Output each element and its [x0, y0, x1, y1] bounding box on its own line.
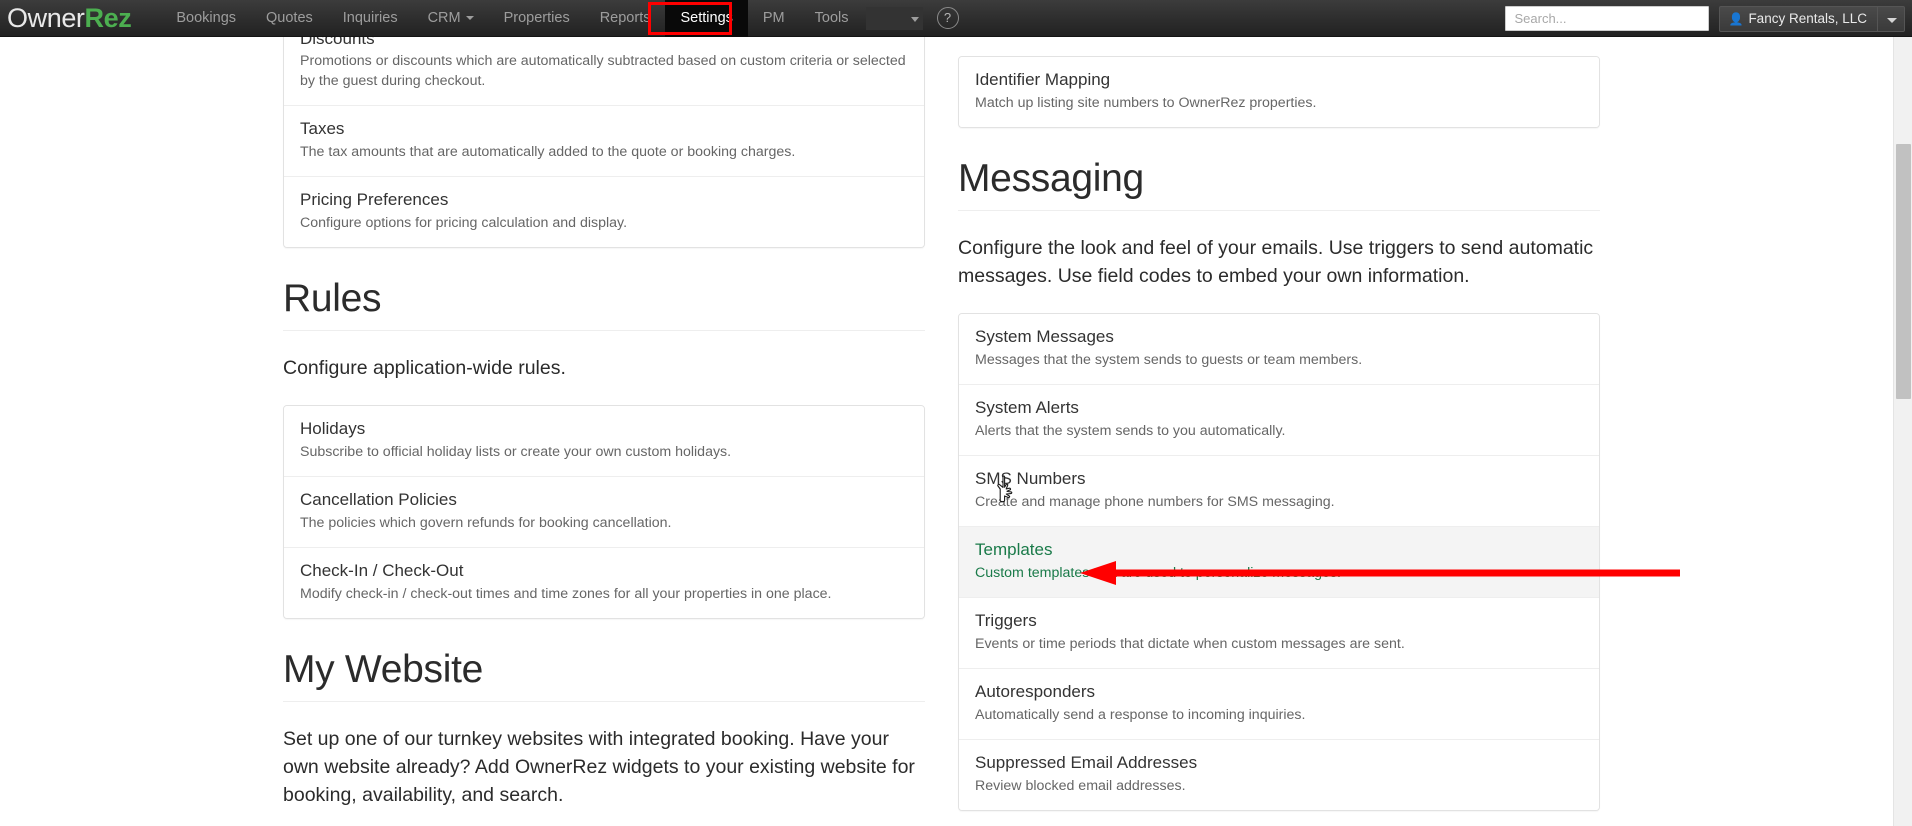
search-input[interactable]	[1505, 6, 1710, 31]
messaging-card: System Messages Messages that the system…	[958, 313, 1600, 812]
card-row-suppressed-email-addresses[interactable]: Suppressed Email Addresses Review blocke…	[959, 739, 1599, 811]
nav-item-pm[interactable]: PM	[748, 0, 800, 37]
navbar-right-group: 👤 Fancy Rentals, LLC	[1505, 0, 1905, 37]
account-button[interactable]: 👤 Fancy Rentals, LLC	[1719, 5, 1878, 32]
row-title: Pricing Preferences	[300, 189, 449, 209]
left-column: Discounts Promotions or discounts which …	[283, 37, 925, 826]
row-title: Check-In / Check-Out	[300, 560, 464, 580]
row-title: Cancellation Policies	[300, 489, 457, 509]
row-description: Messages that the system sends to guests…	[975, 352, 1363, 369]
scrollbar-thumb[interactable]	[1896, 144, 1911, 399]
nav-item-tools[interactable]: Tools	[800, 0, 864, 37]
card-row-autoresponders[interactable]: Autoresponders Automatically send a resp…	[959, 668, 1599, 740]
nav-item-settings[interactable]: Settings	[665, 0, 748, 37]
row-title: Identifier Mapping	[975, 70, 1111, 89]
messaging-section-description: Configure the look and feel of your emai…	[958, 236, 1594, 288]
messaging-section-heading: Messaging	[958, 157, 1600, 211]
nav-item-properties[interactable]: Properties	[489, 0, 585, 37]
row-description: The policies which govern refunds for bo…	[300, 515, 672, 531]
card-row-taxes[interactable]: Taxes The tax amounts that are automatic…	[284, 104, 924, 176]
nav-menu: Bookings Quotes Inquiries CRM Properties…	[161, 0, 959, 37]
card-row-identifier-mapping[interactable]: Identifier Mapping Match up listing site…	[959, 57, 1599, 127]
row-description: Alerts that the system sends to you auto…	[975, 423, 1286, 440]
nav-item-quotes[interactable]: Quotes	[251, 0, 328, 37]
user-icon: 👤	[1728, 11, 1744, 26]
help-icon[interactable]: ?	[936, 7, 959, 29]
account-button-group: 👤 Fancy Rentals, LLC	[1719, 5, 1905, 32]
chevron-down-icon	[465, 15, 474, 20]
row-title: System Messages	[975, 327, 1114, 347]
card-row-templates[interactable]: Templates Custom templates that are used…	[959, 526, 1599, 598]
row-description: Subscribe to official holiday lists or c…	[300, 444, 732, 461]
row-description: Custom templates that are used to person…	[975, 565, 1341, 582]
card-row-discounts[interactable]: Discounts Promotions or discounts which …	[284, 37, 924, 105]
row-description: Modify check-in / check-out times and ti…	[300, 585, 832, 602]
row-title: Templates	[975, 540, 1053, 560]
ownerrez-logo[interactable]: OwnerRez	[7, 2, 132, 33]
channels-card: Identifier Mapping Match up listing site…	[958, 56, 1600, 128]
account-label: Fancy Rentals, LLC	[1748, 10, 1867, 26]
my-website-section-heading: My Website	[283, 648, 925, 702]
logo-owner-text: Owner	[7, 2, 85, 33]
card-row-system-alerts[interactable]: System Alerts Alerts that the system sen…	[959, 384, 1599, 456]
row-title: SMS Numbers	[975, 469, 1086, 489]
rules-section-heading: Rules	[283, 277, 925, 331]
row-description: Match up listing site numbers to OwnerRe…	[975, 95, 1317, 112]
row-title: Triggers	[975, 611, 1037, 631]
nav-item-bookings[interactable]: Bookings	[161, 0, 251, 37]
row-title: Autoresponders	[975, 682, 1096, 702]
row-description: Automatically send a response to incomin…	[975, 707, 1306, 724]
nav-item-inquiries[interactable]: Inquiries	[328, 0, 413, 37]
card-row-sms-numbers[interactable]: SMS Numbers Create and manage phone numb…	[959, 455, 1599, 527]
row-title: Discounts	[300, 37, 375, 48]
row-description: The tax amounts that are automatically a…	[300, 143, 796, 160]
my-website-section-description: Set up one of our turnkey websites with …	[283, 727, 915, 807]
row-description: Promotions or discounts which are automa…	[300, 53, 906, 89]
card-row-check-in-check-out[interactable]: Check-In / Check-Out Modify check-in / c…	[284, 546, 924, 618]
account-dropdown-toggle[interactable]	[1878, 5, 1905, 32]
vertical-scrollbar[interactable]	[1893, 37, 1912, 826]
nav-extra-dropdown[interactable]	[865, 6, 923, 30]
card-row-cancellation-policies[interactable]: Cancellation Policies The policies which…	[284, 475, 924, 547]
row-title: Holidays	[300, 418, 366, 438]
right-column: Identifier Mapping Match up listing site…	[958, 37, 1600, 812]
logo-rez-text: Rez	[84, 2, 132, 33]
card-row-holidays[interactable]: Holidays Subscribe to official holiday l…	[284, 405, 924, 476]
row-title: Taxes	[300, 118, 345, 138]
card-row-pricing-preferences[interactable]: Pricing Preferences Configure options fo…	[284, 175, 924, 247]
rules-card: Holidays Subscribe to official holiday l…	[283, 404, 925, 619]
pricing-card: Discounts Promotions or discounts which …	[283, 37, 925, 248]
row-description: Create and manage phone numbers for SMS …	[975, 494, 1335, 511]
row-description: Events or time periods that dictate when…	[975, 636, 1405, 653]
row-title: System Alerts	[975, 398, 1079, 418]
nav-item-crm-label: CRM	[427, 9, 461, 26]
top-navbar: OwnerRez Bookings Quotes Inquiries CRM P…	[0, 0, 1912, 37]
row-description: Configure options for pricing calculatio…	[300, 214, 628, 231]
nav-item-crm[interactable]: CRM	[413, 0, 489, 37]
settings-page-body: Discounts Promotions or discounts which …	[0, 37, 1893, 826]
card-row-triggers[interactable]: Triggers Events or time periods that dic…	[959, 597, 1599, 669]
row-description: Review blocked email addresses.	[975, 778, 1186, 795]
card-row-system-messages[interactable]: System Messages Messages that the system…	[959, 314, 1599, 385]
chevron-down-icon	[910, 16, 919, 22]
row-title: Suppressed Email Addresses	[975, 753, 1198, 773]
nav-item-reports[interactable]: Reports	[585, 0, 666, 37]
rules-section-description: Configure application-wide rules.	[283, 356, 566, 379]
